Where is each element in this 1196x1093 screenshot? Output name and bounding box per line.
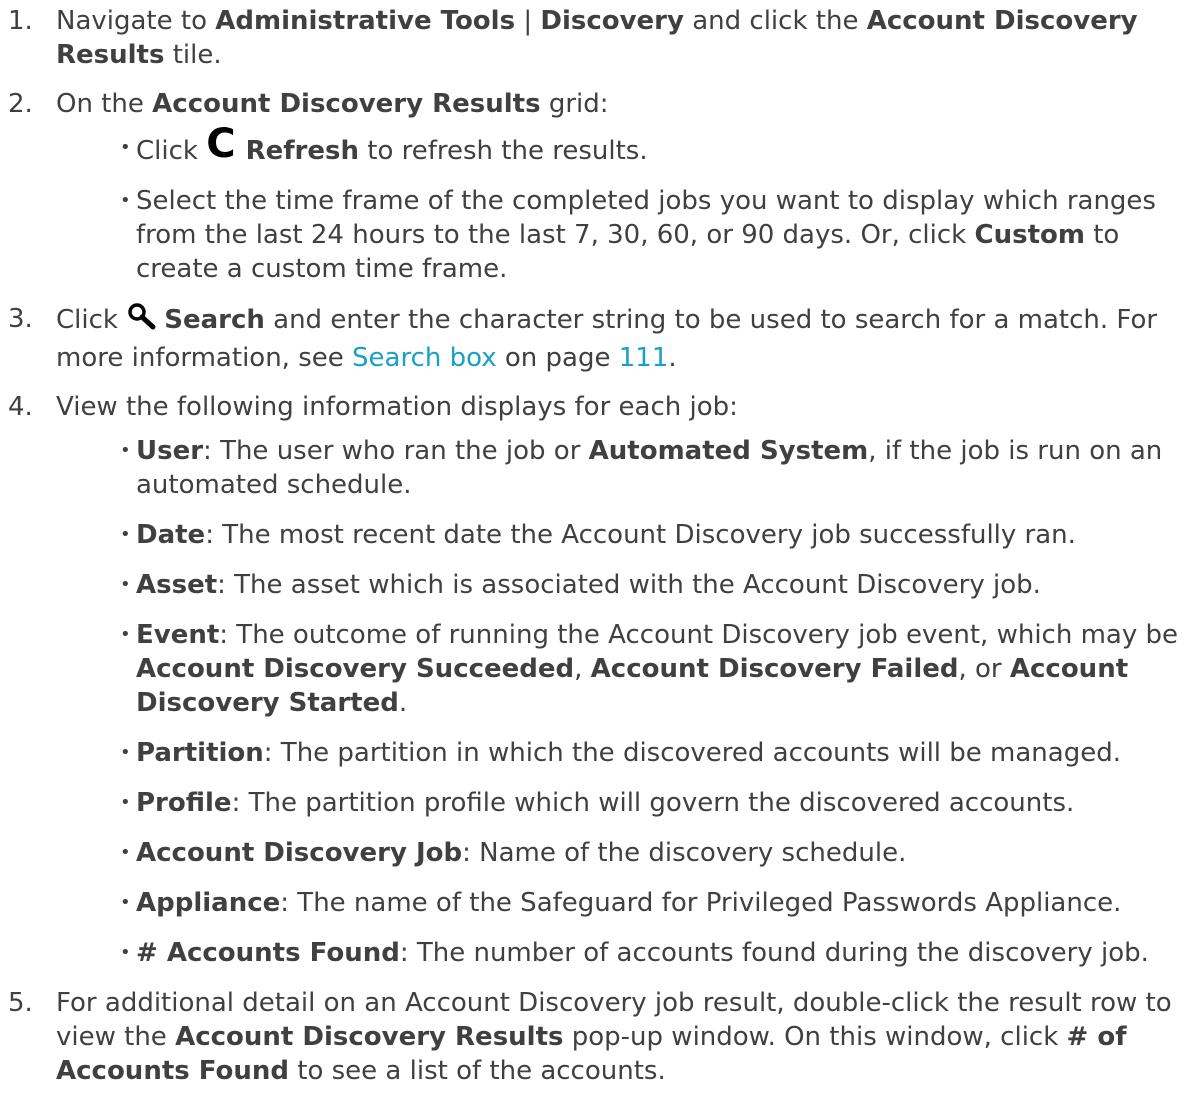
step-number: 2. — [8, 89, 33, 119]
bullet: • — [120, 624, 131, 645]
step-1: 1. Navigate to Administrative Tools | Di… — [0, 4, 1196, 72]
document-body: 1. Navigate to Administrative Tools | Di… — [0, 0, 1196, 1088]
bullet: • — [120, 190, 131, 211]
search-icon — [126, 302, 156, 341]
field-desc: , or — [958, 654, 1010, 684]
step-text: and click the — [683, 6, 867, 36]
bullet: • — [120, 742, 131, 763]
step-4: 4. View the following information displa… — [0, 390, 1196, 970]
step-3: 3. Click Search and enter the character … — [0, 302, 1196, 375]
event-succeeded-label: Account Discovery Succeeded — [136, 654, 575, 684]
step-number: 3. — [8, 304, 33, 334]
refresh-icon: C — [206, 121, 236, 167]
steps-list: 1. Navigate to Administrative Tools | Di… — [0, 4, 1196, 1088]
field-desc: : The outcome of running the Account Dis… — [219, 620, 1179, 650]
field-date: • Date: The most recent date the Account… — [56, 518, 1190, 552]
field-user: • User: The user who ran the job or Auto… — [56, 434, 1190, 502]
field-name: Event — [136, 620, 220, 650]
step-text: | — [515, 6, 541, 36]
menu-discovery: Discovery — [540, 6, 684, 36]
search-label: Search — [164, 305, 265, 335]
bullet: • — [120, 942, 131, 963]
field-desc: : The most recent date the Account Disco… — [205, 520, 1076, 550]
field-profile: • Profile: The partition profile which w… — [56, 786, 1190, 820]
step-4-sublist: • User: The user who ran the job or Auto… — [56, 434, 1190, 970]
search-box-link[interactable]: Search box — [352, 343, 497, 373]
menu-administrative-tools: Administrative Tools — [215, 6, 516, 36]
step-text: Click — [56, 305, 127, 335]
field-event: • Event: The outcome of running the Acco… — [56, 618, 1190, 720]
step-number: 1. — [8, 6, 33, 36]
bullet: • — [120, 792, 131, 813]
field-account-discovery-job: • Account Discovery Job: Name of the dis… — [56, 836, 1190, 870]
field-name: User — [136, 436, 204, 466]
step-2-sublist: • Click C Refresh to refresh the results.… — [56, 121, 1190, 286]
step-text: tile. — [164, 40, 222, 70]
step-text: Click — [136, 136, 207, 166]
field-desc: : The name of the Safeguard for Privileg… — [280, 888, 1122, 918]
page-111-link[interactable]: 111 — [619, 343, 669, 373]
field-desc: : The partition in which the discovered … — [263, 738, 1121, 768]
field-name: Date — [136, 520, 206, 550]
sub-item-time-frame: • Select the time frame of the completed… — [56, 184, 1190, 286]
step-text: to refresh the results. — [359, 136, 648, 166]
step-number: 5. — [8, 988, 33, 1018]
field-name: Appliance — [136, 888, 281, 918]
bullet: • — [120, 137, 131, 158]
field-desc: . — [398, 688, 408, 718]
field-name: Account Discovery Job — [136, 838, 463, 868]
field-desc: : The asset which is associated with the… — [217, 570, 1041, 600]
step-text: On the — [56, 89, 153, 119]
step-text: grid: — [540, 89, 609, 119]
field-name: Profile — [136, 788, 232, 818]
sub-item-refresh: • Click C Refresh to refresh the results. — [56, 121, 1190, 168]
field-asset: • Asset: The asset which is associated w… — [56, 568, 1190, 602]
step-text: to see a list of the accounts. — [288, 1056, 666, 1086]
step-2: 2. On the Account Discovery Results grid… — [0, 87, 1196, 286]
automated-system-label: Automated System — [588, 436, 869, 466]
field-name: Partition — [136, 738, 264, 768]
bullet: • — [120, 892, 131, 913]
step-text: . — [668, 343, 677, 373]
step-text: View the following information displays … — [56, 392, 738, 422]
bullet: • — [120, 524, 131, 545]
step-number: 4. — [8, 392, 33, 422]
step-5: 5. For additional detail on an Account D… — [0, 986, 1196, 1088]
custom-label: Custom — [974, 220, 1085, 250]
field-partition: • Partition: The partition in which the … — [56, 736, 1190, 770]
bullet: • — [120, 842, 131, 863]
event-failed-label: Account Discovery Failed — [590, 654, 959, 684]
bullet: • — [120, 440, 131, 461]
account-discovery-results-grid: Account Discovery Results — [152, 89, 541, 119]
field-name: # Accounts Found — [136, 938, 400, 968]
step-text: Navigate to — [56, 6, 216, 36]
refresh-label: Refresh — [245, 136, 359, 166]
step-text: pop-up window. On this window, click — [563, 1022, 1067, 1052]
field-desc: , — [574, 654, 591, 684]
bullet: • — [120, 574, 131, 595]
field-desc: : The number of accounts found during th… — [399, 938, 1149, 968]
account-discovery-results-window: Account Discovery Results — [175, 1022, 564, 1052]
field-accounts-found: • # Accounts Found: The number of accoun… — [56, 936, 1190, 970]
field-desc: : The partition profile which will gover… — [231, 788, 1075, 818]
field-appliance: • Appliance: The name of the Safeguard f… — [56, 886, 1190, 920]
step-text: on page — [496, 343, 619, 373]
field-desc: : Name of the discovery schedule. — [462, 838, 907, 868]
field-name: Asset — [136, 570, 218, 600]
field-desc: : The user who ran the job or — [203, 436, 589, 466]
